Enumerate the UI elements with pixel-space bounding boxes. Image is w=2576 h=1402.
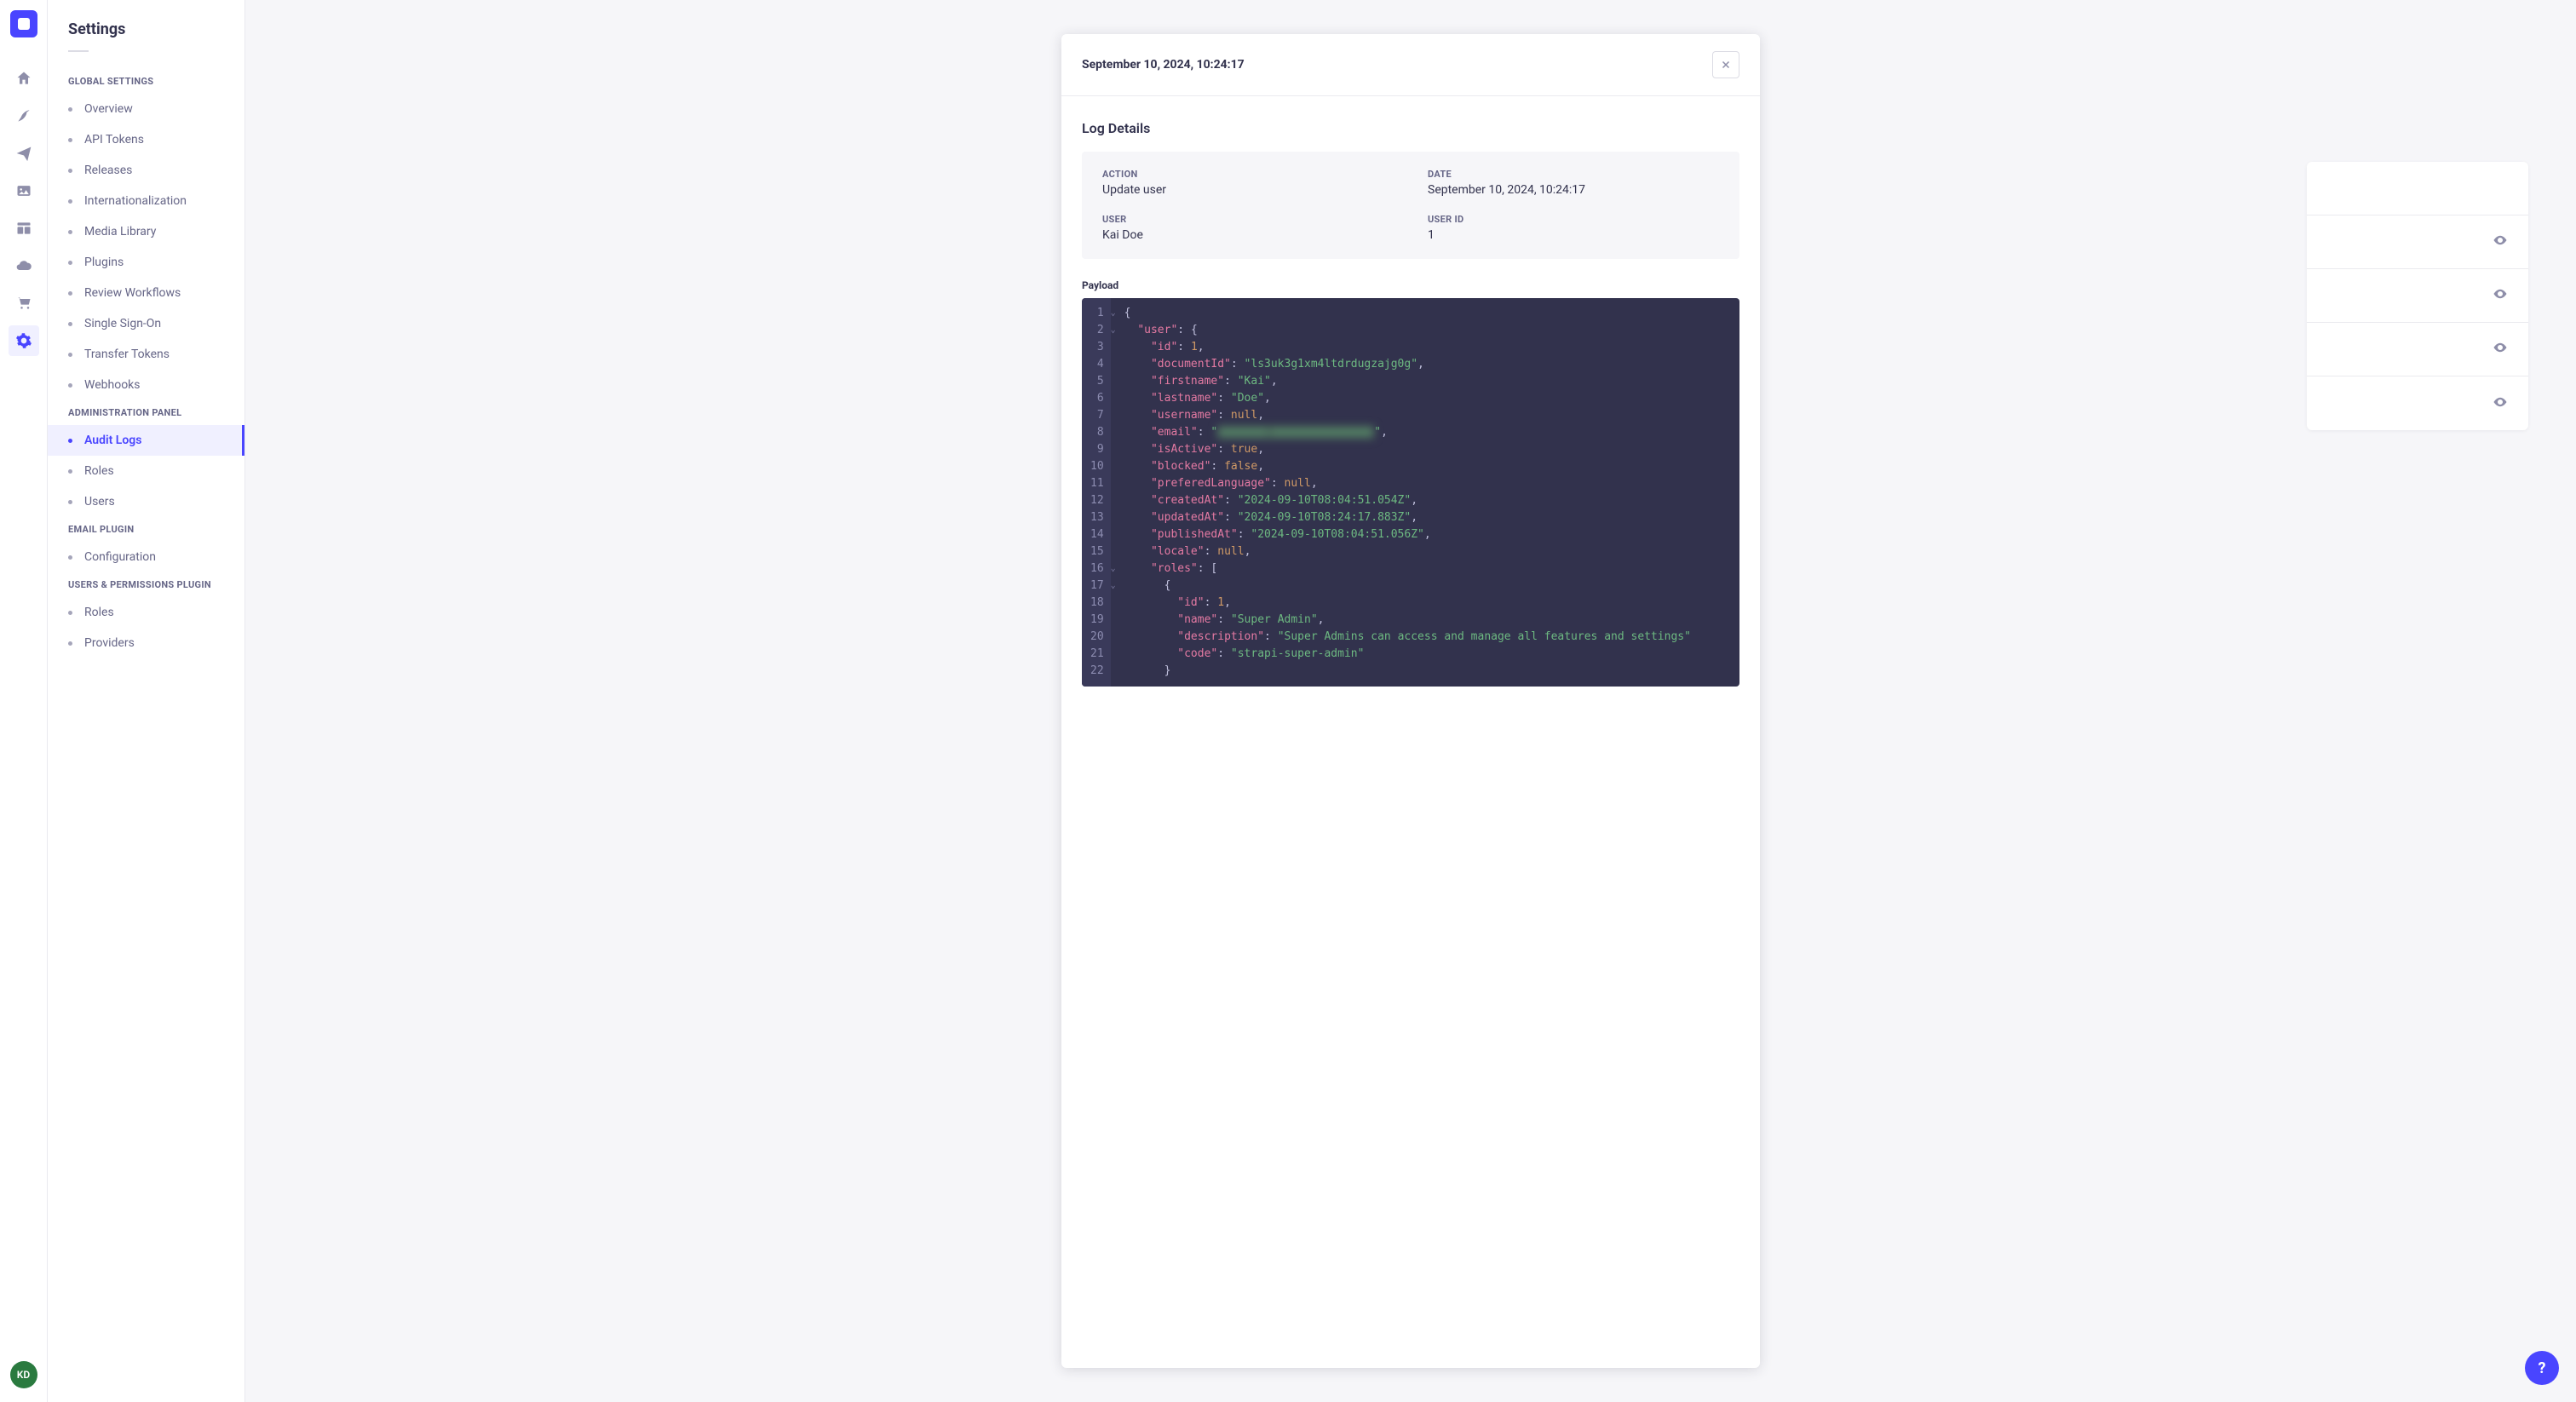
app-logo[interactable] [10, 10, 37, 37]
settings-sidebar: Settings Global Settings Overview API To… [48, 0, 245, 1402]
icon-rail: KD [0, 0, 48, 1402]
nav-media-library[interactable]: Media Library [48, 216, 244, 247]
eye-icon[interactable] [2493, 286, 2508, 305]
nav-up-roles[interactable]: Roles [48, 597, 244, 628]
eye-icon[interactable] [2493, 394, 2508, 413]
eye-icon[interactable] [2493, 233, 2508, 251]
close-icon [1721, 60, 1731, 70]
detail-grid: Action Update user Date September 10, 20… [1082, 152, 1739, 259]
log-details-modal: September 10, 2024, 10:24:17 Log Details… [1061, 34, 1760, 1368]
eye-icon[interactable] [2493, 340, 2508, 359]
nav-roles[interactable]: Roles [48, 456, 244, 486]
nav-review-workflows[interactable]: Review Workflows [48, 278, 244, 308]
table-row [2307, 323, 2528, 376]
feather-icon[interactable] [9, 101, 39, 131]
nav-users[interactable]: Users [48, 486, 244, 517]
home-icon[interactable] [9, 63, 39, 94]
table-row [2307, 215, 2528, 269]
payload-code: 1 2 3 4 5 6 7 8 9 10 11 12 13 14 15 16 1… [1082, 298, 1739, 687]
table-row [2307, 162, 2528, 215]
close-button[interactable] [1712, 51, 1739, 78]
action-label: Action [1102, 169, 1394, 180]
settings-heading: Settings [48, 20, 244, 50]
help-button[interactable]: ? [2525, 1351, 2559, 1385]
action-value: Update user [1102, 183, 1394, 197]
userid-value: 1 [1428, 228, 1719, 242]
nav-up-providers[interactable]: Providers [48, 628, 244, 658]
nav-transfer-tokens[interactable]: Transfer Tokens [48, 339, 244, 370]
modal-title: September 10, 2024, 10:24:17 [1082, 58, 1245, 72]
nav-overview[interactable]: Overview [48, 94, 244, 124]
background-list [2307, 162, 2528, 430]
user-label: User [1102, 214, 1394, 225]
date-value: September 10, 2024, 10:24:17 [1428, 183, 1719, 197]
user-value: Kai Doe [1102, 228, 1394, 242]
section-global-settings: Global Settings [48, 69, 244, 94]
nav-audit-logs[interactable]: Audit Logs [48, 425, 244, 456]
cart-icon[interactable] [9, 288, 39, 319]
layout-icon[interactable] [9, 213, 39, 244]
user-avatar[interactable]: KD [10, 1361, 37, 1388]
main-content: September 10, 2024, 10:24:17 Log Details… [245, 0, 2576, 1402]
cloud-icon[interactable] [9, 250, 39, 281]
table-row [2307, 376, 2528, 430]
nav-plugins[interactable]: Plugins [48, 247, 244, 278]
userid-label: User ID [1428, 214, 1719, 225]
section-admin-panel: Administration Panel [48, 400, 244, 425]
image-icon[interactable] [9, 175, 39, 206]
nav-api-tokens[interactable]: API Tokens [48, 124, 244, 155]
gear-icon[interactable] [9, 325, 39, 356]
log-details-heading: Log Details [1082, 120, 1739, 136]
nav-single-sign-on[interactable]: Single Sign-On [48, 308, 244, 339]
paper-plane-icon[interactable] [9, 138, 39, 169]
nav-configuration[interactable]: Configuration [48, 542, 244, 572]
payload-label: Payload [1082, 279, 1739, 291]
nav-webhooks[interactable]: Webhooks [48, 370, 244, 400]
section-email-plugin: Email Plugin [48, 517, 244, 542]
table-row [2307, 269, 2528, 323]
section-users-permissions: Users & Permissions Plugin [48, 572, 244, 597]
nav-releases[interactable]: Releases [48, 155, 244, 186]
date-label: Date [1428, 169, 1719, 180]
nav-internationalization[interactable]: Internationalization [48, 186, 244, 216]
